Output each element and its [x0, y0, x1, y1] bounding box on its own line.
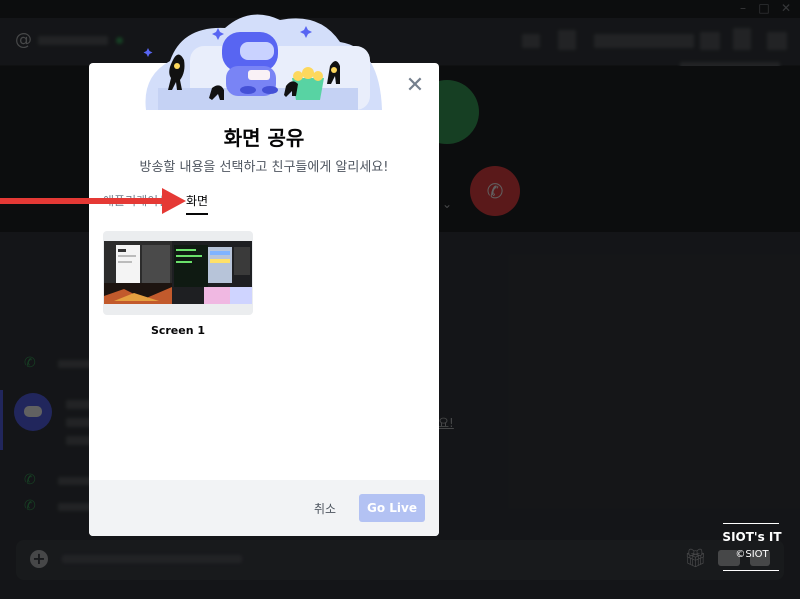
annotation-arrow-icon [0, 188, 186, 214]
cancel-button[interactable]: 취소 [303, 496, 347, 522]
watermark-title: SIOT's IT [722, 530, 782, 544]
watermark-sub: ©SIOT [735, 549, 769, 560]
watermark-line [723, 523, 779, 524]
robot-mascot-icon [222, 32, 278, 96]
modal-subtitle: 방송할 내용을 선택하고 친구들에게 알리세요! [139, 160, 389, 175]
close-icon[interactable]: ✕ [404, 75, 426, 97]
screen-thumbnail [104, 241, 252, 304]
modal-title: 화면 공유 [223, 126, 305, 150]
screen-option-label: Screen 1 [150, 324, 206, 337]
watermark-line [723, 570, 779, 571]
screen-share-illustration [143, 14, 382, 110]
go-live-button[interactable]: Go Live [359, 494, 425, 522]
